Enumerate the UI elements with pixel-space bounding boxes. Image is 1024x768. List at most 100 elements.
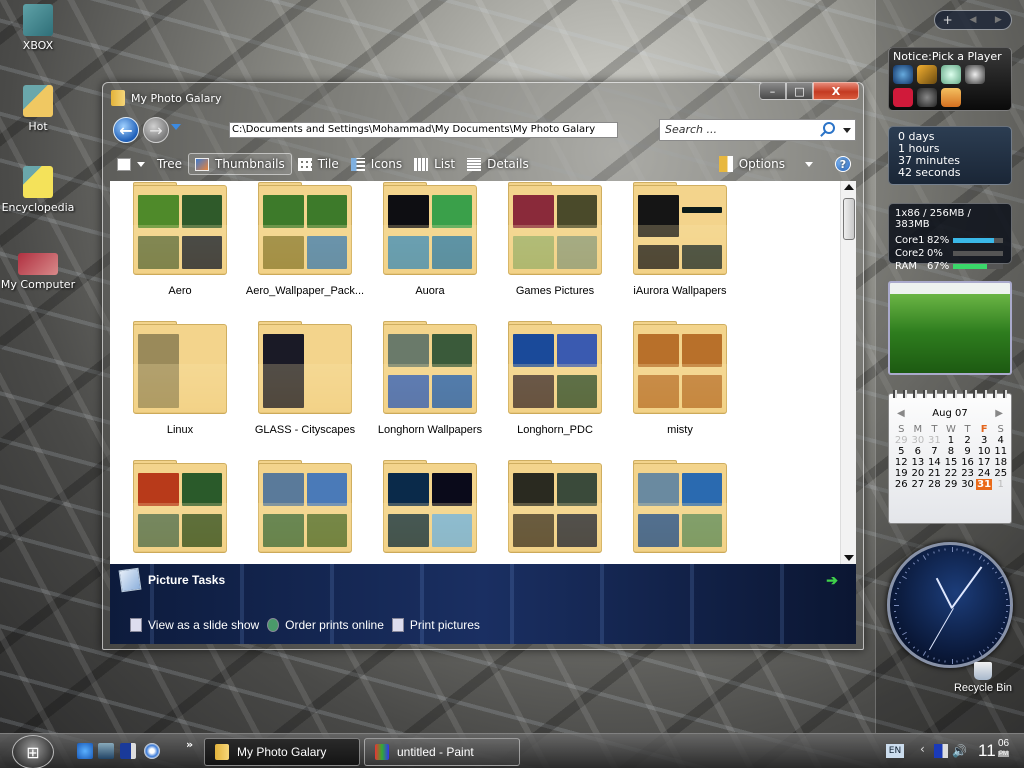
desktop-icon-my-computer[interactable]: My Computer — [0, 247, 76, 291]
calendar-day[interactable]: 1 — [992, 479, 1009, 490]
scroll-up-arrow[interactable] — [844, 184, 854, 190]
title-bar[interactable]: My Photo Galary — [111, 89, 221, 107]
network-icon[interactable] — [934, 744, 948, 758]
help-button[interactable]: ? — [835, 156, 851, 172]
calendar-day[interactable]: 30 — [959, 479, 976, 490]
tree-button[interactable]: Tree — [151, 153, 188, 175]
folder-item[interactable]: Aero — [120, 182, 240, 297]
language-indicator[interactable]: EN — [886, 744, 904, 758]
folder-item[interactable]: Longhorn Wallpapers — [370, 321, 490, 436]
prev-gadgets-button[interactable]: ◀ — [960, 15, 985, 25]
show-hidden-icons-button[interactable]: ‹ — [920, 742, 925, 756]
folder-item[interactable]: Longhorn_PDC — [495, 321, 615, 436]
calendar-day[interactable]: 13 — [910, 457, 927, 468]
slideshow-gadget[interactable] — [888, 281, 1012, 375]
internet-explorer-icon[interactable] — [77, 743, 93, 759]
folder-item[interactable] — [620, 460, 740, 563]
pane-toggle-button[interactable] — [111, 153, 151, 175]
icons-button[interactable]: Icons — [345, 153, 408, 175]
add-gadget-button[interactable]: + — [935, 13, 960, 27]
address-bar[interactable]: C:\Documents and Settings\Mohammad\My Do… — [229, 122, 618, 138]
calendar-day[interactable]: 26 — [893, 479, 910, 490]
folder-item[interactable]: Aero_Wallpaper_Pack... — [245, 182, 365, 297]
start-button[interactable]: ⊞ — [12, 735, 54, 768]
folder-item[interactable] — [370, 460, 490, 563]
tile-button[interactable]: Tile — [292, 153, 345, 175]
calendar-day[interactable]: 3 — [976, 435, 993, 446]
details-button[interactable]: Details — [461, 153, 535, 175]
options-button[interactable]: Options — [718, 156, 813, 172]
calendar-day[interactable]: 19 — [893, 468, 910, 479]
minimize-button[interactable]: – — [759, 82, 786, 100]
calendar-day[interactable]: 18 — [992, 457, 1009, 468]
calendar-prev-button[interactable]: ◀ — [897, 408, 905, 419]
calendar-next-button[interactable]: ▶ — [995, 408, 1003, 419]
folder-item[interactable]: misty — [620, 321, 740, 436]
folder-item[interactable] — [245, 460, 365, 563]
calendar-day[interactable]: 1 — [943, 435, 960, 446]
calendar-day[interactable]: 10 — [976, 446, 993, 457]
calendar-day[interactable]: 27 — [910, 479, 927, 490]
recycle-bin[interactable]: Recycle Bin — [938, 662, 1024, 694]
calendar-day[interactable]: 24 — [976, 468, 993, 479]
taskbar-item-my-photo-galary[interactable]: My Photo Galary — [204, 738, 360, 766]
calendar-day[interactable]: 5 — [893, 446, 910, 457]
close-button[interactable]: X — [813, 82, 859, 100]
calendar-day[interactable]: 31 — [926, 435, 943, 446]
go-arrow-icon[interactable]: ➔ — [826, 572, 838, 589]
calendar-day[interactable]: 22 — [943, 468, 960, 479]
calendar-day[interactable]: 12 — [893, 457, 910, 468]
calendar-day[interactable]: 17 — [976, 457, 993, 468]
calendar-day[interactable]: 7 — [926, 446, 943, 457]
calendar-day[interactable]: 2 — [959, 435, 976, 446]
scroll-thumb[interactable] — [843, 198, 855, 240]
calendar-day[interactable]: 14 — [926, 457, 943, 468]
windows-media-player-icon[interactable] — [893, 65, 913, 84]
calendar-day[interactable]: 23 — [959, 468, 976, 479]
list-button[interactable]: List — [408, 153, 461, 175]
clock[interactable]: 11 06 PM — [978, 738, 1009, 761]
folder-item[interactable]: iAurora Wallpapers — [620, 182, 740, 297]
thumbnails-button[interactable]: Thumbnails — [188, 153, 292, 175]
quick-launch-more-button[interactable]: » — [186, 738, 193, 751]
back-button[interactable]: ← — [113, 117, 139, 143]
calendar-day[interactable]: 15 — [943, 457, 960, 468]
desktop-icon-encyclopedia[interactable]: Encyclopedia — [0, 166, 76, 214]
search-input[interactable]: Search ... — [659, 119, 856, 141]
alien-player-icon[interactable] — [965, 65, 985, 84]
switch-windows-icon[interactable] — [120, 743, 136, 759]
scroll-down-arrow[interactable] — [844, 555, 854, 561]
media-player-icon[interactable] — [144, 743, 160, 759]
folder-item[interactable]: GLASS - Cityscapes — [245, 321, 365, 436]
history-dropdown[interactable] — [171, 124, 181, 130]
media-player-icon[interactable] — [917, 88, 937, 107]
calendar-day[interactable]: 6 — [910, 446, 927, 457]
calendar-day[interactable]: 30 — [910, 435, 927, 446]
itunes-icon[interactable] — [941, 65, 961, 84]
calendar-day[interactable]: 25 — [992, 468, 1009, 479]
taskbar-item-paint[interactable]: untitled - Paint — [364, 738, 520, 766]
next-gadgets-button[interactable]: ▶ — [986, 15, 1011, 25]
winamp-icon[interactable] — [917, 65, 937, 84]
desktop-icon-hot[interactable]: Hot — [0, 85, 76, 133]
calendar-day[interactable]: 21 — [926, 468, 943, 479]
slide-show-link[interactable]: View as a slide show — [130, 618, 259, 632]
folder-item[interactable] — [495, 460, 615, 563]
folder-item[interactable]: Linux — [120, 321, 240, 436]
folder-item[interactable] — [120, 460, 240, 563]
search-icon[interactable] — [823, 122, 835, 134]
maximize-button[interactable]: □ — [786, 82, 813, 100]
show-desktop-icon[interactable] — [98, 743, 114, 759]
calendar-day[interactable]: 8 — [943, 446, 960, 457]
calendar-day[interactable]: 9 — [959, 446, 976, 457]
calendar-day[interactable]: 4 — [992, 435, 1009, 446]
mascot-player-icon[interactable] — [941, 88, 961, 107]
calendar-day[interactable]: 20 — [910, 468, 927, 479]
calendar-day[interactable]: 16 — [959, 457, 976, 468]
chevron-down-icon[interactable] — [843, 128, 851, 133]
desktop-icon-xbox[interactable]: XBOX — [0, 4, 76, 52]
calendar-day[interactable]: 11 — [992, 446, 1009, 457]
print-pictures-link[interactable]: Print pictures — [391, 618, 480, 632]
calendar-day[interactable]: 29 — [893, 435, 910, 446]
folder-item[interactable]: Auora — [370, 182, 490, 297]
